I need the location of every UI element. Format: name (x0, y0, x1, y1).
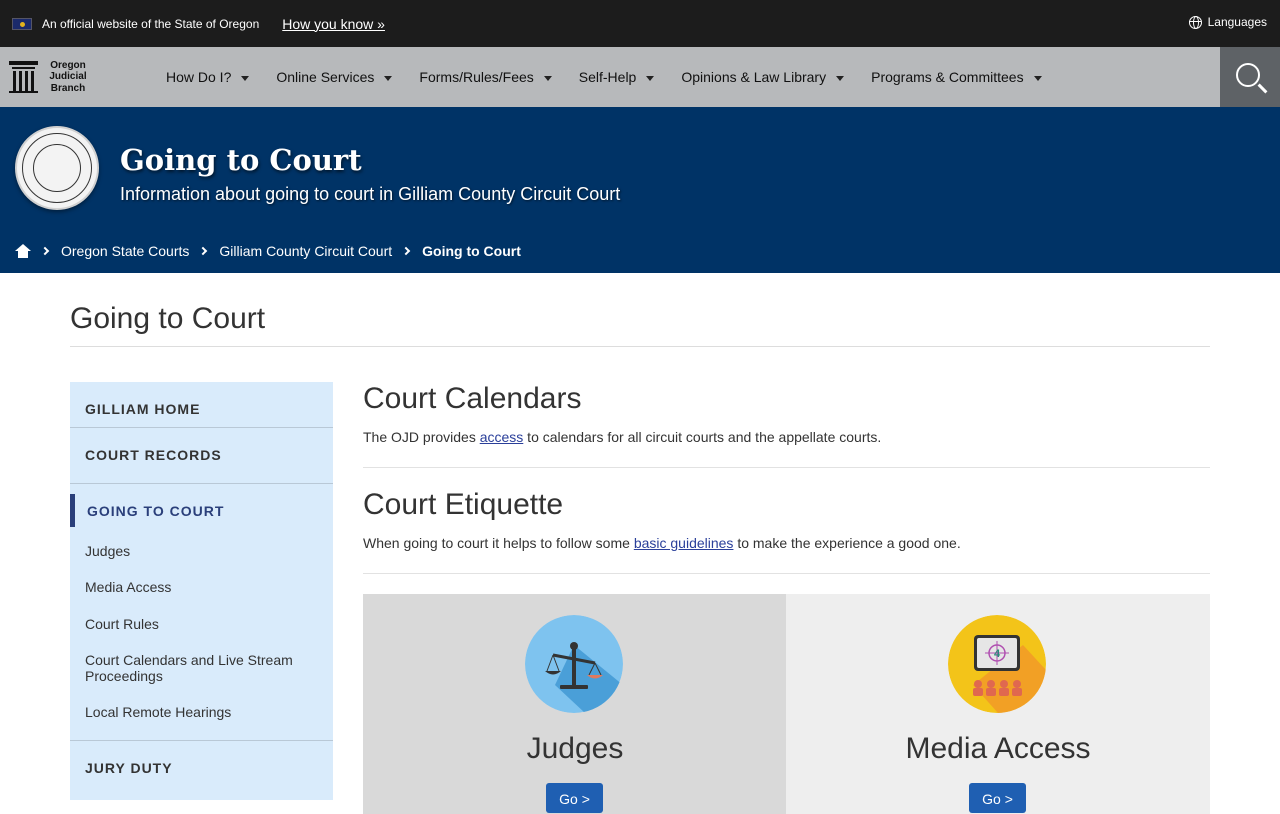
caret-down-icon (384, 75, 393, 81)
sidebar-item-going-to-court[interactable]: GOING TO COURT (87, 503, 224, 519)
title-divider (70, 346, 1210, 347)
judges-card: Judges Go > (363, 594, 787, 814)
page-hero: Going to Court Information about going t… (0, 107, 1280, 273)
sidebar-divider (70, 427, 333, 428)
basic-guidelines-link[interactable]: basic guidelines (634, 535, 734, 551)
scales-icon (525, 615, 623, 713)
official-banner: An official website of the State of Oreg… (0, 0, 1280, 47)
sidebar-divider (70, 483, 333, 484)
page-title: Going to Court (70, 302, 266, 335)
breadcrumb-oregon-state-courts[interactable]: Oregon State Courts (61, 243, 189, 259)
search-icon (1235, 62, 1260, 87)
court-calendars-heading: Court Calendars (363, 382, 582, 415)
section-divider (363, 467, 1210, 468)
sidebar-item-jury-duty[interactable]: JURY DUTY (70, 760, 173, 776)
sidebar-link-media-access[interactable]: Media Access (85, 579, 315, 595)
judges-go-button[interactable]: Go > (546, 783, 603, 813)
chevron-right-icon (199, 246, 208, 256)
active-indicator (70, 494, 75, 527)
sidebar-nav: GILLIAM HOME COURT RECORDS GOING TO COUR… (70, 382, 333, 800)
sidebar-link-court-calendars[interactable]: Court Calendars and Live Stream Proceedi… (85, 652, 315, 684)
sidebar-link-judges[interactable]: Judges (85, 543, 315, 559)
judicial-seal-icon (15, 126, 99, 210)
caret-down-icon (646, 75, 655, 81)
caret-down-icon (241, 75, 250, 81)
official-site-text: An official website of the State of Oreg… (42, 16, 260, 31)
nav-item-how-do-i[interactable]: How Do I? (166, 69, 250, 85)
caret-down-icon (836, 75, 845, 81)
svg-text:4: 4 (994, 648, 1001, 660)
sidebar-item-court-records[interactable]: COURT RECORDS (70, 447, 222, 463)
ojd-logo[interactable]: Oregon Judicial Branch (0, 47, 100, 107)
judges-card-title: Judges (526, 732, 624, 765)
logo-text: Oregon Judicial Branch (49, 59, 87, 94)
media-access-go-button[interactable]: Go > (969, 783, 1026, 813)
oregon-flag-icon (12, 17, 32, 30)
media-access-card-title: Media Access (905, 732, 1091, 765)
sidebar-link-court-rules[interactable]: Court Rules (85, 616, 315, 632)
section-divider (363, 573, 1210, 574)
main-navbar: Oregon Judicial Branch How Do I? Online … (0, 47, 1280, 107)
media-access-card: 4 Media Access Go > (786, 594, 1210, 814)
nav-item-online-services[interactable]: Online Services (276, 69, 393, 85)
breadcrumb-gilliam-county[interactable]: Gilliam County Circuit Court (219, 243, 392, 259)
nav-item-opinions-law-library[interactable]: Opinions & Law Library (681, 69, 845, 85)
home-icon[interactable] (15, 244, 31, 258)
languages-label: Languages (1207, 15, 1267, 29)
hero-title: Going to Court (120, 143, 362, 177)
presentation-screen-icon: 4 (948, 615, 1046, 713)
breadcrumb-current: Going to Court (422, 243, 521, 259)
globe-icon (1188, 15, 1202, 29)
nav-menu: How Do I? Online Services Forms/Rules/Fe… (166, 69, 1069, 85)
nav-item-forms-rules-fees[interactable]: Forms/Rules/Fees (419, 69, 552, 85)
courthouse-pillar-icon (9, 61, 38, 93)
nav-item-programs-committees[interactable]: Programs & Committees (871, 69, 1042, 85)
court-calendars-text: The OJD provides access to calendars for… (363, 429, 882, 445)
sidebar-item-gilliam-home[interactable]: GILLIAM HOME (70, 401, 200, 417)
nav-item-self-help[interactable]: Self-Help (579, 69, 655, 85)
chevron-right-icon (401, 246, 411, 256)
caret-down-icon (543, 75, 552, 81)
calendars-access-link[interactable]: access (480, 429, 524, 445)
languages-button[interactable]: Languages (1188, 15, 1267, 29)
how-you-know-link[interactable]: How you know » (282, 16, 385, 32)
court-etiquette-text: When going to court it helps to follow s… (363, 535, 961, 551)
sidebar-divider (70, 740, 333, 741)
hero-subtitle: Information about going to court in Gill… (120, 184, 621, 204)
chevron-right-icon (40, 246, 50, 256)
caret-down-icon (1033, 75, 1042, 81)
court-etiquette-heading: Court Etiquette (363, 488, 564, 521)
breadcrumb: Oregon State Courts Gilliam County Circu… (15, 243, 521, 259)
sidebar-link-remote-hearings[interactable]: Local Remote Hearings (85, 704, 315, 720)
search-button[interactable] (1220, 47, 1280, 107)
